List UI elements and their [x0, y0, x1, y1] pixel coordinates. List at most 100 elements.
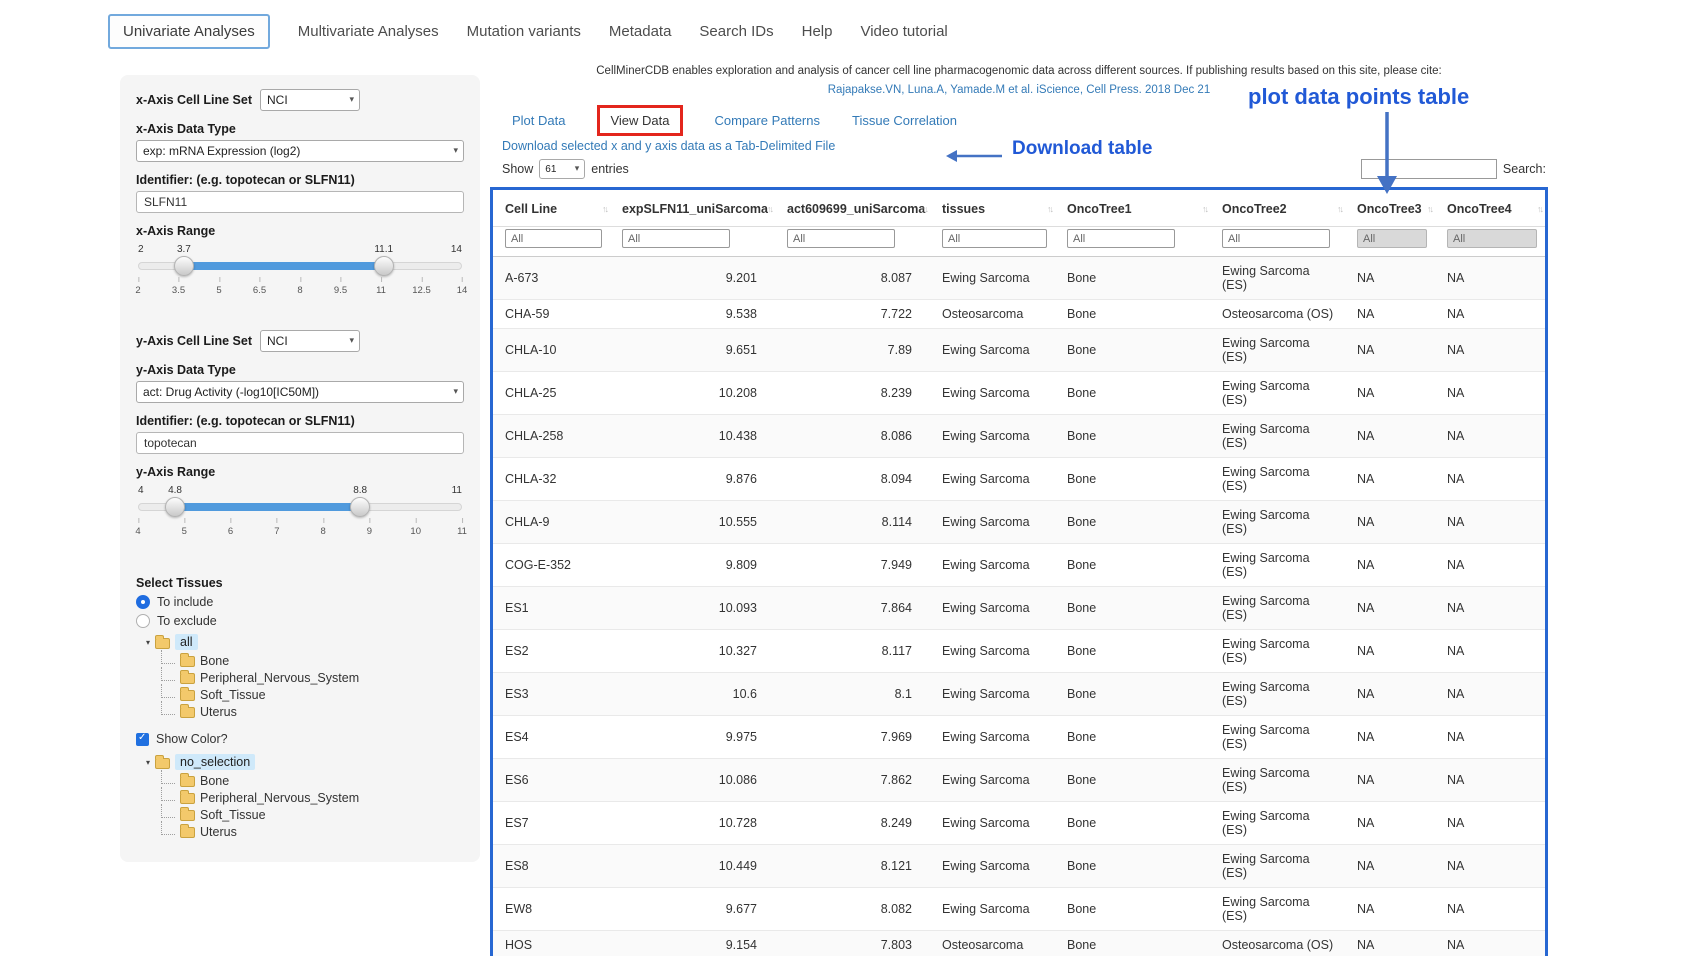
tree-node-bone[interactable]: Bone: [161, 652, 464, 669]
sort-icon[interactable]: ↑↓: [1427, 204, 1432, 214]
y-identifier-input[interactable]: [136, 432, 464, 454]
column-filter-tissues[interactable]: [942, 229, 1047, 248]
table-row[interactable]: COG-E-3529.8097.949Ewing SarcomaBoneEwin…: [493, 544, 1545, 587]
sort-icon[interactable]: ↑↓: [1537, 204, 1542, 214]
cell: 7.803: [775, 931, 930, 956]
x-cell-line-set-select[interactable]: NCI: [260, 89, 360, 111]
table-row[interactable]: HOS9.1547.803OsteosarcomaBoneOsteosarcom…: [493, 931, 1545, 956]
table-row[interactable]: CHLA-329.8768.094Ewing SarcomaBoneEwing …: [493, 458, 1545, 501]
tree-node-peripheral-nervous-system[interactable]: Peripheral_Nervous_System: [161, 669, 464, 686]
folder-icon: [180, 707, 195, 718]
radio-to-include[interactable]: To include: [136, 595, 464, 609]
table-row[interactable]: ES210.3278.117Ewing SarcomaBoneEwing Sar…: [493, 630, 1545, 673]
cell: NA: [1345, 587, 1435, 630]
subtab-tissue-correlation[interactable]: Tissue Correlation: [852, 113, 957, 128]
table-row[interactable]: A-6739.2018.087Ewing SarcomaBoneEwing Sa…: [493, 257, 1545, 300]
entries-label: entries: [591, 162, 629, 176]
slider-handle-high[interactable]: 11.1: [374, 256, 394, 276]
column-filter-cell-line[interactable]: [505, 229, 602, 248]
table-row[interactable]: ES610.0867.862Ewing SarcomaBoneEwing Sar…: [493, 759, 1545, 802]
x-identifier-input[interactable]: [136, 191, 464, 213]
x-data-type-select[interactable]: exp: mRNA Expression (log2): [136, 140, 464, 162]
sort-icon[interactable]: ↑↓: [767, 204, 772, 214]
tab-mutation-variants[interactable]: Mutation variants: [467, 15, 581, 48]
tab-search-ids[interactable]: Search IDs: [699, 15, 773, 48]
sort-icon[interactable]: ↑↓: [1337, 204, 1342, 214]
subtab-plot-data[interactable]: Plot Data: [512, 113, 565, 128]
column-header-tissues[interactable]: tissues↑↓: [930, 190, 1055, 227]
sort-icon[interactable]: ↑↓: [1202, 204, 1207, 214]
tree-node-uterus[interactable]: Uterus: [161, 823, 464, 840]
tree-connector: [161, 684, 175, 698]
tab-metadata[interactable]: Metadata: [609, 15, 672, 48]
x-range-slider[interactable]: 2 14 3.7 11.1 23.556.589.51112.514: [138, 244, 462, 304]
table-row[interactable]: EW89.6778.082Ewing SarcomaBoneEwing Sarc…: [493, 888, 1545, 931]
cell: ES7: [493, 802, 610, 845]
cell: ES3: [493, 673, 610, 716]
filter-cell: [493, 227, 610, 257]
column-filter-oncotree3[interactable]: [1357, 229, 1427, 248]
cell: Ewing Sarcoma: [930, 458, 1055, 501]
table-row[interactable]: ES49.9757.969Ewing SarcomaBoneEwing Sarc…: [493, 716, 1545, 759]
column-filter-oncotree4[interactable]: [1447, 229, 1537, 248]
table-row[interactable]: CHLA-2510.2088.239Ewing SarcomaBoneEwing…: [493, 372, 1545, 415]
sort-icon[interactable]: ↑↓: [1047, 204, 1052, 214]
tree-node-no-selection[interactable]: ▾no_selection: [146, 754, 464, 770]
folder-icon: [180, 673, 195, 684]
column-header-cell-line[interactable]: Cell Line↑↓: [493, 190, 610, 227]
cell: Ewing Sarcoma (ES): [1210, 630, 1345, 673]
slider-tick: 8: [297, 285, 302, 296]
sort-icon[interactable]: ↑↓: [602, 204, 607, 214]
table-row[interactable]: CHA-599.5387.722OsteosarcomaBoneOsteosar…: [493, 300, 1545, 329]
download-link[interactable]: Download selected x and y axis data as a…: [502, 139, 835, 153]
tree-node-uterus[interactable]: Uterus: [161, 703, 464, 720]
tree-expand-icon[interactable]: ▾: [146, 638, 150, 647]
column-header-expslfn11-unisarcoma[interactable]: expSLFN11_uniSarcoma↑↓: [610, 190, 775, 227]
column-filter-expslfn11-unisarcoma[interactable]: [622, 229, 730, 248]
cell: 8.082: [775, 888, 930, 931]
tab-video-tutorial[interactable]: Video tutorial: [860, 15, 947, 48]
table-row[interactable]: ES310.68.1Ewing SarcomaBoneEwing Sarcoma…: [493, 673, 1545, 716]
show-color-checkbox[interactable]: Show Color?: [136, 732, 464, 746]
tree-expand-icon[interactable]: ▾: [146, 758, 150, 767]
slider-ticks: 4567891011: [138, 517, 462, 539]
tab-help[interactable]: Help: [802, 15, 833, 48]
slider-tick: 5: [216, 285, 221, 296]
tab-multivariate-analyses[interactable]: Multivariate Analyses: [298, 15, 439, 48]
tab-univariate-analyses[interactable]: Univariate Analyses: [108, 14, 270, 49]
column-header-act609699-unisarcoma[interactable]: act609699_uniSarcoma↑↓: [775, 190, 930, 227]
table-row[interactable]: ES110.0937.864Ewing SarcomaBoneEwing Sar…: [493, 587, 1545, 630]
tree-node-soft-tissue[interactable]: Soft_Tissue: [161, 686, 464, 703]
entries-select[interactable]: 61: [539, 159, 585, 179]
column-filter-oncotree2[interactable]: [1222, 229, 1330, 248]
slider-tick: 8: [320, 526, 325, 537]
cell: 9.876: [610, 458, 775, 501]
subtab-view-data[interactable]: View Data: [597, 105, 682, 136]
table-row[interactable]: ES810.4498.121Ewing SarcomaBoneEwing Sar…: [493, 845, 1545, 888]
subtab-compare-patterns[interactable]: Compare Patterns: [715, 113, 821, 128]
y-cell-line-set-select[interactable]: NCI: [260, 330, 360, 352]
cell: ES2: [493, 630, 610, 673]
slider-handle-low[interactable]: 4.8: [165, 497, 185, 517]
cell: Bone: [1055, 300, 1210, 329]
table-row[interactable]: CHLA-25810.4388.086Ewing SarcomaBoneEwin…: [493, 415, 1545, 458]
filter-cell: [610, 227, 775, 257]
tree-node-all[interactable]: ▾all: [146, 634, 464, 650]
table-row[interactable]: CHLA-109.6517.89Ewing SarcomaBoneEwing S…: [493, 329, 1545, 372]
tree-node-peripheral-nervous-system[interactable]: Peripheral_Nervous_System: [161, 789, 464, 806]
y-range-slider[interactable]: 4 11 4.8 8.8 4567891011: [138, 485, 462, 545]
radio-to-exclude[interactable]: To exclude: [136, 614, 464, 628]
slider-handle-low[interactable]: 3.7: [174, 256, 194, 276]
tree-node-soft-tissue[interactable]: Soft_Tissue: [161, 806, 464, 823]
column-filter-oncotree1[interactable]: [1067, 229, 1175, 248]
y-data-type-select[interactable]: act: Drug Activity (-log10[IC50M]): [136, 381, 464, 403]
column-header-oncotree1[interactable]: OncoTree1↑↓: [1055, 190, 1210, 227]
tree-node-bone[interactable]: Bone: [161, 772, 464, 789]
sort-icon[interactable]: ↑↓: [922, 204, 927, 214]
table-row[interactable]: CHLA-910.5558.114Ewing SarcomaBoneEwing …: [493, 501, 1545, 544]
column-filter-act609699-unisarcoma[interactable]: [787, 229, 895, 248]
column-header-oncotree2[interactable]: OncoTree2↑↓: [1210, 190, 1345, 227]
slider-handle-high[interactable]: 8.8: [350, 497, 370, 517]
column-header-oncotree4[interactable]: OncoTree4↑↓: [1435, 190, 1545, 227]
table-row[interactable]: ES710.7288.249Ewing SarcomaBoneEwing Sar…: [493, 802, 1545, 845]
